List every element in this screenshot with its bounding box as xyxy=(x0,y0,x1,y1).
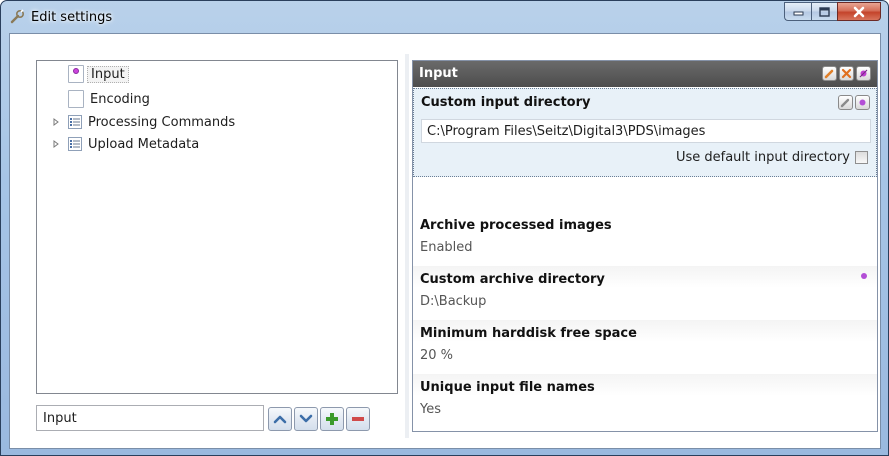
expand-arrow-icon[interactable] xyxy=(52,140,60,148)
property-archive-processed-images[interactable]: Archive processed images Enabled xyxy=(413,212,877,266)
pencil-icon xyxy=(824,69,834,79)
tree-item-label: Processing Commands xyxy=(88,114,236,130)
panel-splitter[interactable] xyxy=(405,54,409,438)
property-unique-input-file-names[interactable]: Unique input file names Yes xyxy=(413,374,877,428)
property-name: Custom archive directory xyxy=(420,272,605,287)
purple-dot-icon xyxy=(859,99,866,106)
reset-icon xyxy=(859,69,868,78)
property-minimum-harddisk-free-space[interactable]: Minimum harddisk free space 20 % xyxy=(413,320,877,374)
minimize-button[interactable] xyxy=(784,2,811,21)
tree-item-processing-commands[interactable]: Processing Commands xyxy=(52,111,235,133)
property-name: Archive processed images xyxy=(420,218,612,233)
close-button[interactable] xyxy=(837,2,881,21)
plus-icon xyxy=(326,413,338,425)
minus-icon xyxy=(352,417,364,421)
window-title: Edit settings xyxy=(31,10,113,25)
input-directory-field[interactable] xyxy=(421,119,871,143)
document-icon xyxy=(68,90,84,108)
settings-tree[interactable]: Input Encoding Processing Commands Uploa… xyxy=(36,60,398,394)
list-icon xyxy=(68,115,82,129)
pencil-icon xyxy=(840,98,850,108)
close-icon xyxy=(853,6,865,17)
edit-link-button[interactable] xyxy=(838,95,853,110)
edit-settings-window: Edit settings Input Encoding Processing … xyxy=(0,0,889,456)
move-up-button[interactable] xyxy=(268,407,292,431)
property-name: Custom input directory xyxy=(421,95,591,110)
caption-buttons xyxy=(784,2,881,21)
reset-button[interactable] xyxy=(856,66,871,81)
property-value: 20 % xyxy=(420,348,454,363)
tree-item-label: Upload Metadata xyxy=(88,136,200,152)
edit-pencil-button[interactable] xyxy=(822,66,837,81)
list-icon xyxy=(68,137,82,151)
tree-item-label: Input xyxy=(87,65,129,83)
property-actions xyxy=(838,95,870,110)
marker-button[interactable] xyxy=(855,95,870,110)
move-down-button[interactable] xyxy=(294,407,318,431)
client-area: Input Encoding Processing Commands Uploa… xyxy=(9,33,881,449)
minimize-icon xyxy=(793,11,803,16)
property-custom-input-directory[interactable]: Custom input directory Use default inpu xyxy=(413,88,877,177)
title-bar[interactable]: Edit settings xyxy=(1,1,888,34)
header-actions xyxy=(822,66,871,81)
modified-dot-icon xyxy=(861,273,867,279)
property-name: Minimum harddisk free space xyxy=(420,326,637,341)
remove-button[interactable] xyxy=(346,407,370,431)
use-default-label: Use default input directory xyxy=(675,150,850,165)
property-panel-title: Input xyxy=(419,66,458,81)
clear-button[interactable] xyxy=(839,66,854,81)
clear-icon xyxy=(841,68,852,79)
maximize-button[interactable] xyxy=(811,2,837,21)
property-name: Unique input file names xyxy=(420,380,595,395)
tree-item-upload-metadata[interactable]: Upload Metadata xyxy=(52,133,199,155)
property-value: Enabled xyxy=(420,240,473,255)
expand-arrow-icon[interactable] xyxy=(52,118,60,126)
property-panel: Input Custom input directory C:\Program … xyxy=(412,60,878,432)
wrench-icon xyxy=(9,9,25,25)
property-custom-archive-directory[interactable]: Custom archive directory D:\Backup xyxy=(413,266,877,320)
tree-item-label: Encoding xyxy=(90,91,150,107)
property-value: D:\Backup xyxy=(420,294,487,309)
tree-item-encoding[interactable]: Encoding xyxy=(68,88,150,110)
property-value: Yes xyxy=(420,402,441,417)
property-panel-header: Input xyxy=(413,61,877,87)
search-input[interactable] xyxy=(36,405,264,431)
chevron-up-icon xyxy=(273,415,287,424)
maximize-icon xyxy=(819,6,830,17)
add-button[interactable] xyxy=(320,407,344,431)
use-default-checkbox[interactable] xyxy=(855,151,868,164)
document-marked-icon xyxy=(68,65,84,83)
chevron-down-icon xyxy=(299,414,313,423)
tree-item-input[interactable]: Input xyxy=(68,63,129,85)
